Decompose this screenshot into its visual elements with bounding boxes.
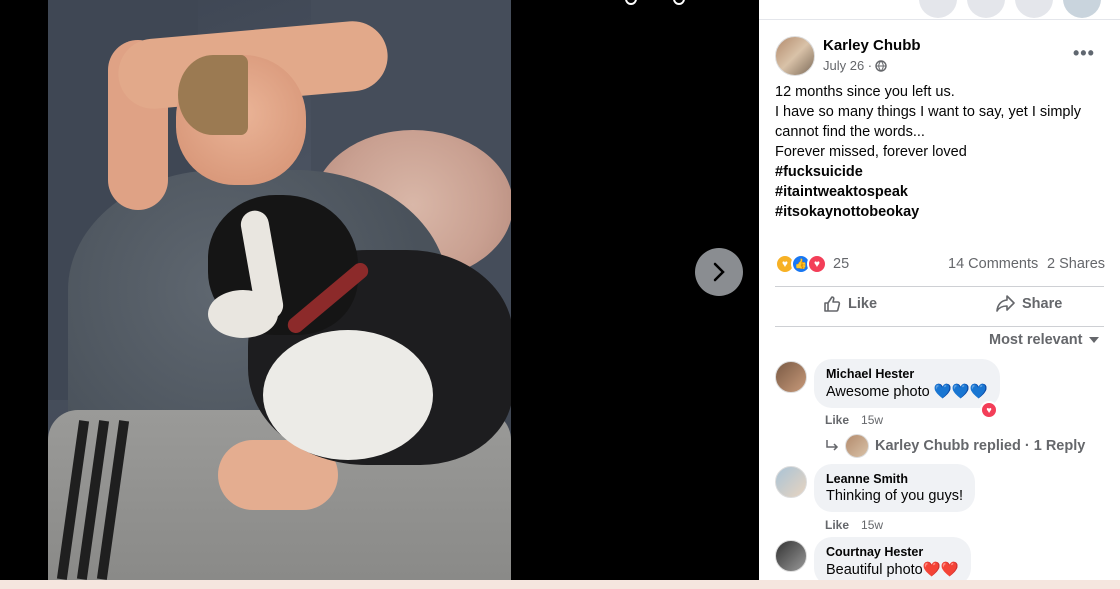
commenter-name[interactable]: Michael Hester — [826, 367, 988, 381]
comment-meta: Like 15w — [825, 413, 883, 427]
heart-reaction-icon[interactable]: ♥ — [980, 401, 998, 419]
message-line: cannot find the words... — [775, 124, 925, 140]
comment-sort-dropdown[interactable]: Most relevant — [989, 332, 1100, 348]
divider — [775, 286, 1104, 287]
top-bar — [759, 0, 1120, 20]
share-label: Share — [1022, 295, 1063, 312]
commenter-name[interactable]: Leanne Smith — [826, 472, 963, 486]
divider — [775, 326, 1104, 327]
comment-time[interactable]: 15w — [861, 518, 883, 532]
commenter-avatar[interactable] — [775, 540, 807, 572]
hashtag-link[interactable]: #fucksuicide — [775, 162, 1110, 182]
menu-button[interactable] — [919, 0, 957, 18]
post-message: 12 months since you left us. I have so m… — [775, 82, 1110, 222]
share-button[interactable]: Share — [996, 295, 1062, 312]
comment-text: Thinking of you guys! — [826, 488, 964, 504]
messenger-button[interactable] — [967, 0, 1005, 18]
comment-time[interactable]: 15w — [861, 413, 883, 427]
message-line: 12 months since you left us. — [775, 84, 955, 100]
fullscreen-icon[interactable] — [720, 0, 736, 8]
reply-arrow-icon — [826, 440, 839, 451]
page-bottom-strip — [0, 580, 1120, 589]
notifications-button[interactable] — [1015, 0, 1053, 18]
message-line: Forever missed, forever loved — [775, 144, 967, 160]
zoom-in-icon[interactable] — [624, 0, 640, 8]
replier-avatar — [845, 434, 869, 458]
comment-like-link[interactable]: Like — [825, 518, 849, 532]
hashtag-link[interactable]: #itsokaynottobeokay — [775, 202, 1110, 222]
share-arrow-icon — [996, 295, 1015, 312]
account-avatar[interactable] — [1063, 0, 1101, 18]
view-replies-link[interactable]: Karley Chubb replied · 1 Reply — [825, 434, 1085, 458]
photo-viewer — [0, 0, 759, 580]
comment-text: Beautiful photo❤️❤️ — [826, 562, 959, 578]
message-line: I have so many things I want to say, yet… — [775, 104, 1081, 120]
post-options-icon[interactable]: ••• — [1073, 43, 1095, 64]
sort-label: Most relevant — [989, 332, 1083, 348]
author-avatar[interactable] — [775, 36, 815, 76]
chevron-right-icon — [713, 262, 725, 282]
reaction-count: 25 — [833, 256, 850, 272]
thumbs-up-icon — [824, 296, 841, 312]
like-label: Like — [848, 296, 878, 312]
comment-text: Awesome photo 💙💙💙 — [826, 384, 988, 400]
post-date-text: July 26 · — [823, 58, 873, 73]
shares-count-link[interactable]: 2 Shares — [1047, 256, 1105, 272]
comment-bubble: Leanne Smith Thinking of you guys! — [814, 464, 976, 512]
reaction-summary[interactable]: ♥ 👍 ♥ 25 — [775, 254, 849, 274]
commenter-avatar[interactable] — [775, 361, 807, 393]
hashtag-link[interactable]: #itaintweaktospeak — [775, 182, 1110, 202]
post-timestamp[interactable]: July 26 · — [823, 58, 887, 73]
comment-bubble: Courtnay Hester Beautiful photo❤️❤️ — [814, 537, 971, 580]
comment-like-link[interactable]: Like — [825, 413, 849, 427]
post-photo[interactable] — [48, 0, 511, 580]
like-button[interactable]: Like — [823, 295, 877, 313]
reply-summary: Karley Chubb replied · 1 Reply — [875, 438, 1086, 454]
love-reaction-icon: ♥ — [807, 254, 827, 274]
author-name[interactable]: Karley Chubb — [823, 37, 921, 54]
zoom-out-icon[interactable] — [672, 0, 688, 8]
comment-meta: Like 15w — [825, 518, 883, 532]
commenter-name[interactable]: Courtnay Hester — [826, 545, 959, 559]
post-panel: Karley Chubb July 26 · ••• 12 months sin… — [759, 0, 1120, 580]
next-photo-button[interactable] — [695, 248, 743, 296]
comments-count-link[interactable]: 14 Comments — [948, 256, 1038, 272]
photo-post-viewer: Karley Chubb July 26 · ••• 12 months sin… — [0, 0, 1120, 589]
commenter-avatar[interactable] — [775, 466, 807, 498]
globe-icon — [875, 59, 887, 72]
caret-down-icon — [1089, 337, 1100, 343]
comment-bubble: Michael Hester Awesome photo 💙💙💙 — [814, 359, 1000, 408]
